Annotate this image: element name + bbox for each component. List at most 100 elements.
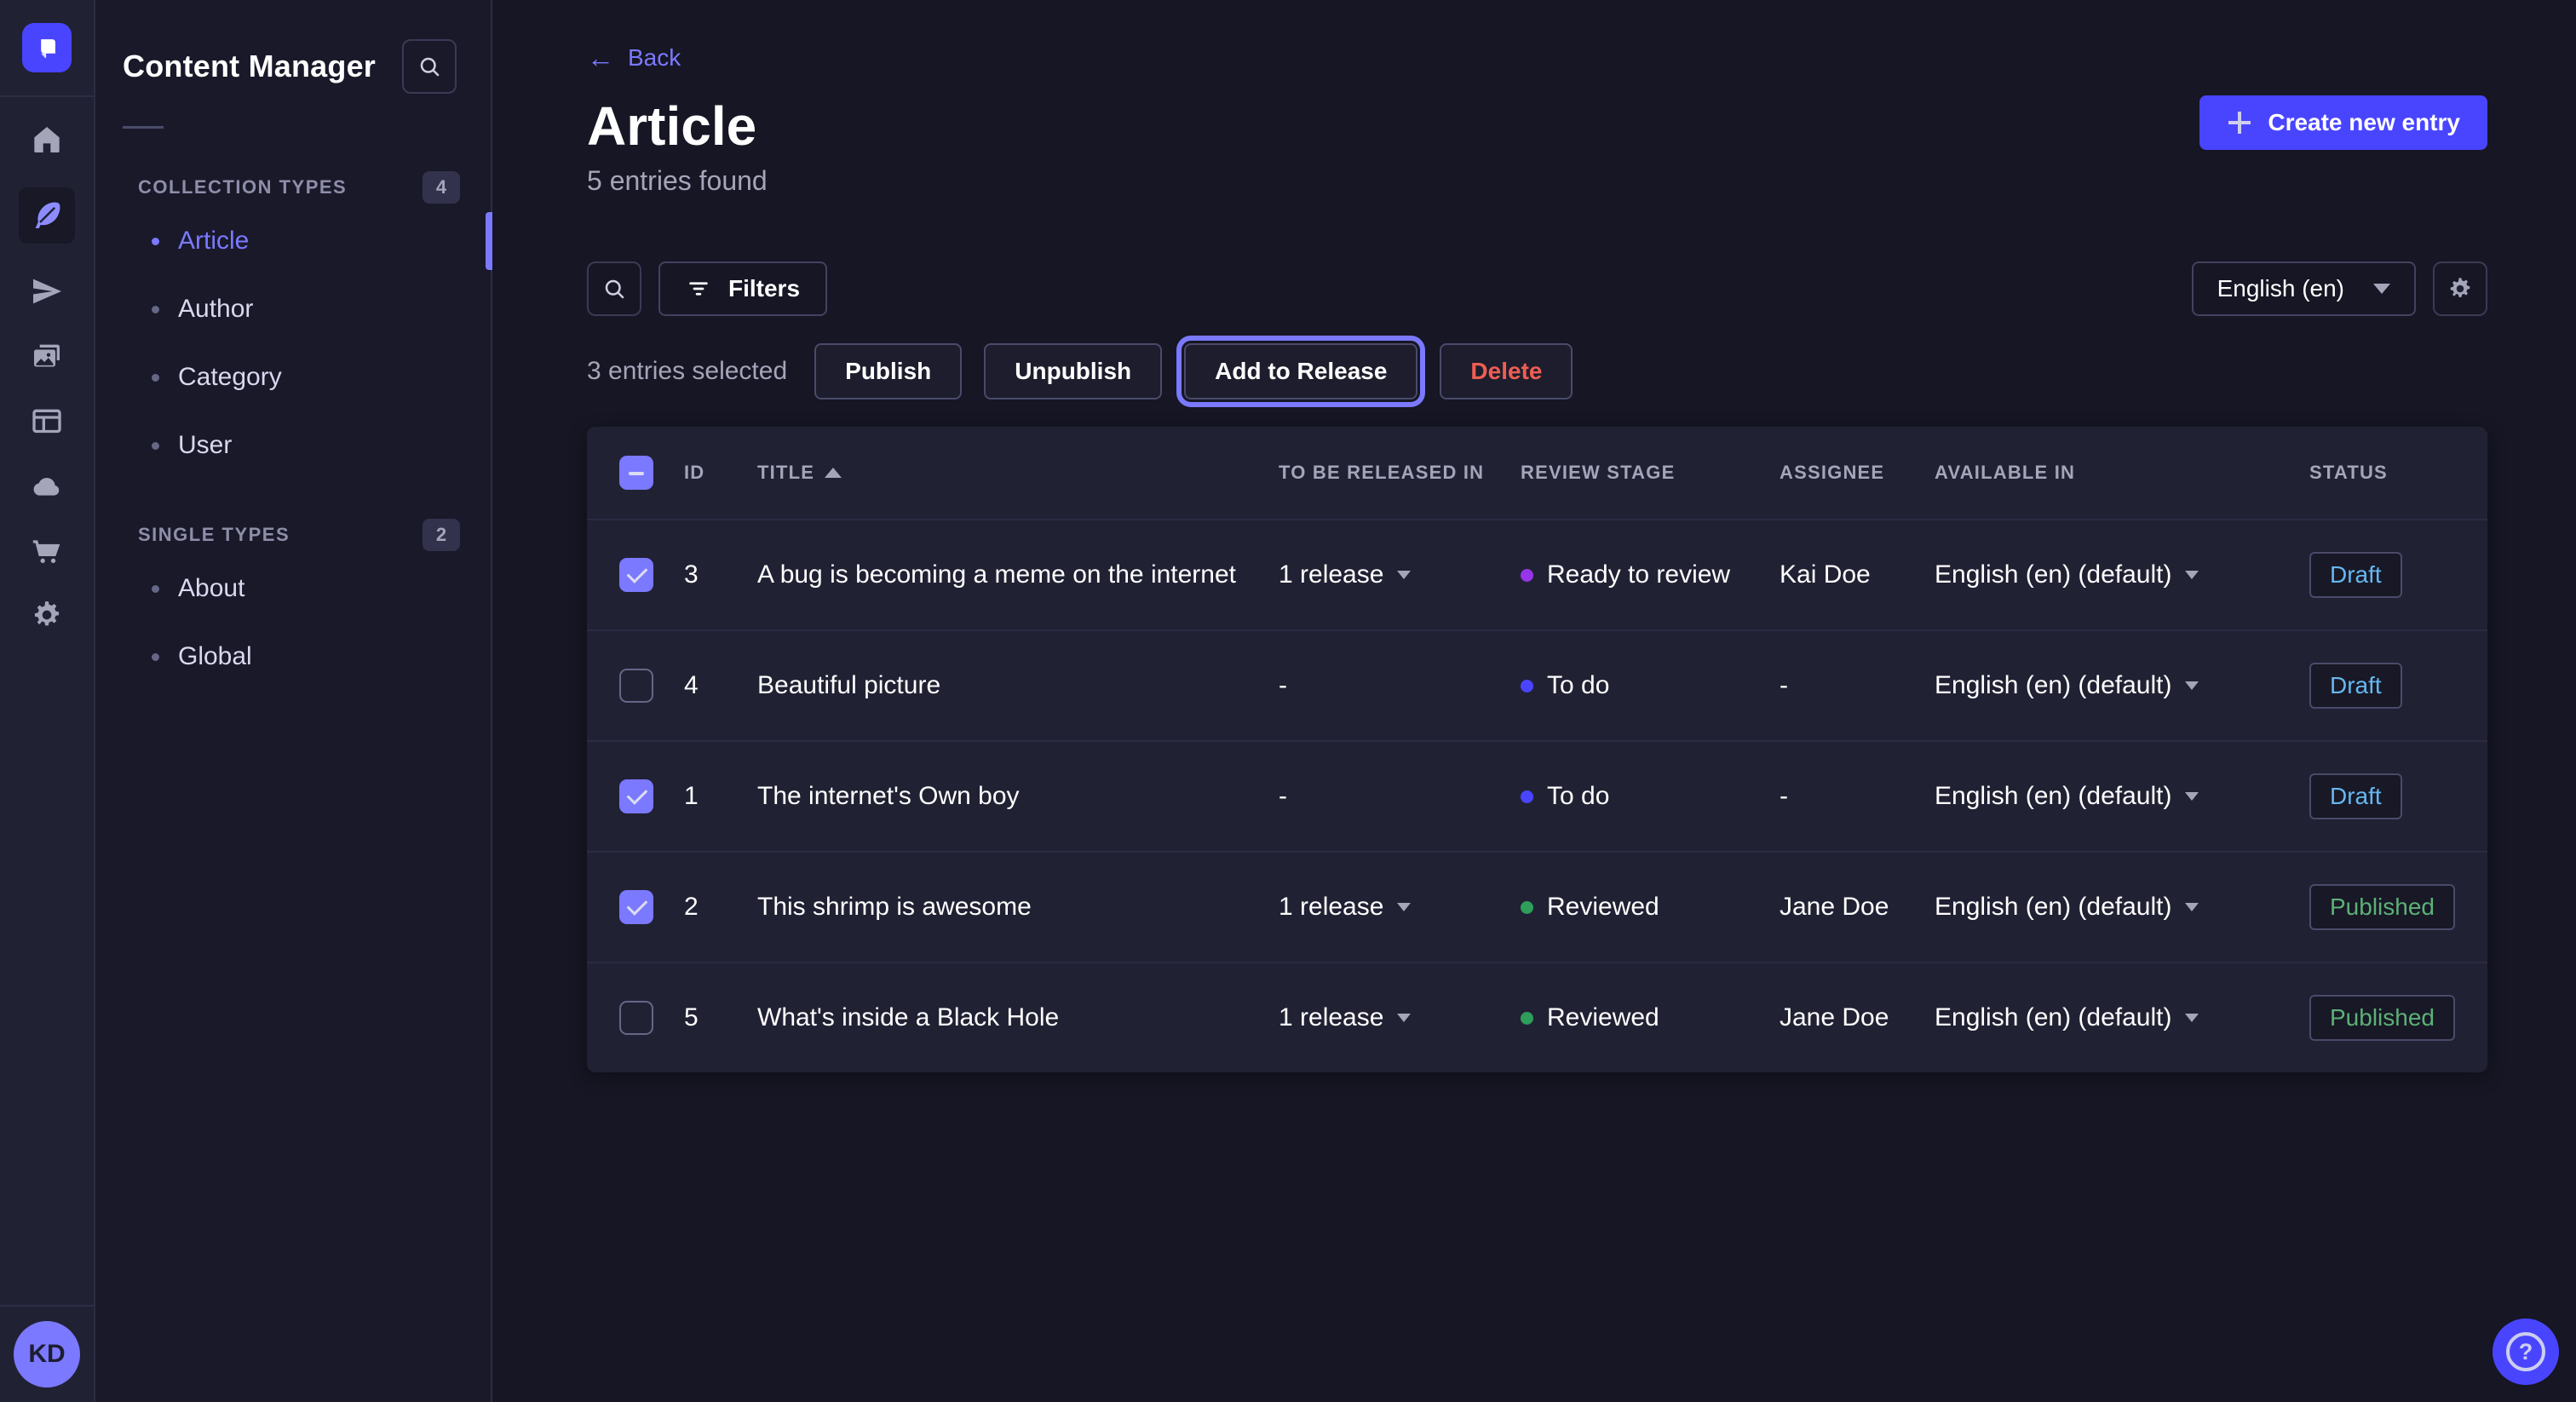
content-manager-icon[interactable] [19,187,75,244]
release-cell[interactable]: - [1279,671,1521,700]
header-checkbox-cell [619,456,684,490]
row-checkbox[interactable] [619,1001,653,1035]
release-cell[interactable]: - [1279,782,1521,811]
deploy-icon[interactable] [30,468,64,503]
add-to-release-button[interactable]: Add to Release [1184,343,1417,399]
stage-label: To do [1547,671,1609,700]
sidebar-item-category[interactable]: Category [95,347,491,408]
subnav-sections: COLLECTION TYPES4ArticleAuthorCategoryUs… [95,129,491,687]
locale-value: English (en) (default) [1935,560,2171,589]
column-label: ASSIGNEE [1780,462,1884,484]
locale-cell[interactable]: English (en) (default) [1935,671,2309,700]
search-button[interactable] [402,39,457,94]
table-row[interactable]: 2This shrimp is awesome1 release Reviewed… [587,851,2487,962]
chevron-down-icon [1397,1014,1411,1022]
table-row[interactable]: 1The internet's Own boy-To do-English (e… [587,740,2487,851]
release-value: 1 release [1279,1003,1383,1032]
release-cell[interactable]: 1 release [1279,1003,1521,1032]
column-label: AVAILABLE IN [1935,462,2075,484]
column-header-to-be-released-in[interactable]: TO BE RELEASED IN [1279,462,1521,484]
help-button[interactable]: ? [2493,1319,2559,1385]
section-count-badge: 2 [423,519,460,551]
release-value: 1 release [1279,893,1383,922]
sidebar-item-global[interactable]: Global [95,626,491,687]
table-row[interactable]: 3A bug is becoming a meme on the interne… [587,519,2487,629]
review-stage-cell: Reviewed [1521,1003,1780,1032]
release-value: - [1279,671,1287,700]
chevron-down-icon [2185,903,2199,911]
sidebar-item-author[interactable]: Author [95,279,491,340]
column-header-assignee[interactable]: ASSIGNEE [1780,462,1935,484]
review-stage-cell: Ready to review [1521,560,1780,589]
sidebar-item-label: Global [178,642,252,671]
sidebar-item-article[interactable]: Article [95,210,491,272]
section-label: COLLECTION TYPES [138,176,347,198]
home-icon[interactable] [30,123,64,157]
section-header: SINGLE TYPES2 [95,519,491,551]
locale-cell[interactable]: English (en) (default) [1935,782,2309,811]
release-cell[interactable]: 1 release [1279,560,1521,589]
strapi-logo[interactable] [22,23,72,72]
bullet-icon [152,442,159,450]
media-library-icon[interactable] [30,339,64,373]
stage-label: Ready to review [1547,560,1730,589]
settings-icon[interactable] [30,598,64,632]
back-label: Back [628,44,681,72]
sidebar-item-user[interactable]: User [95,415,491,476]
column-header-review-stage[interactable]: REVIEW STAGE [1521,462,1780,484]
locale-value: English (en) (default) [1935,782,2171,811]
row-checkbox[interactable] [619,558,653,592]
stage-dot-icon [1521,901,1533,914]
locale-cell[interactable]: English (en) (default) [1935,893,2309,922]
locale-cell[interactable]: English (en) (default) [1935,560,2309,589]
row-checkbox[interactable] [619,779,653,813]
subnav-section: COLLECTION TYPES4ArticleAuthorCategoryUs… [95,171,491,476]
row-checkbox-cell [619,890,684,924]
marketplace-icon[interactable] [30,533,64,567]
locale-value: English (en) (default) [1935,671,2171,700]
releases-icon[interactable] [30,274,64,308]
row-checkbox-cell [619,558,684,592]
table-row[interactable]: 5What's inside a Black Hole1 releaseRevi… [587,962,2487,1072]
assignee-cell: Jane Doe [1780,893,1935,922]
sidebar-item-about[interactable]: About [95,558,491,619]
page-title: Article [587,95,768,157]
assignee-cell: Jane Doe [1780,1003,1935,1032]
column-header-title[interactable]: TITLE [757,462,1279,484]
id-cell: 2 [684,893,757,922]
release-cell[interactable]: 1 release [1279,893,1521,922]
search-entries-button[interactable] [587,261,641,316]
locale-value: English (en) [2217,275,2344,302]
settings-button[interactable] [2433,261,2487,316]
filters-label: Filters [728,275,800,302]
publish-button[interactable]: Publish [814,343,962,399]
column-header-status[interactable]: STATUS [2309,462,2455,484]
sort-asc-icon [825,468,842,478]
content-type-builder-icon[interactable] [30,404,64,438]
filters-button[interactable]: Filters [658,261,827,316]
review-stage-cell: To do [1521,782,1780,811]
row-checkbox[interactable] [619,890,653,924]
column-header-id[interactable]: ID [684,462,757,484]
assignee-cell: Kai Doe [1780,560,1935,589]
main-nav: KD [0,0,95,1402]
active-indicator [486,212,492,270]
row-checkbox[interactable] [619,669,653,703]
stage-label: Reviewed [1547,893,1659,922]
locale-select[interactable]: English (en) [2192,261,2416,316]
create-entry-button[interactable]: Create new entry [2199,95,2487,150]
avatar[interactable]: KD [14,1321,80,1388]
select-all-checkbox[interactable] [619,456,653,490]
locale-cell[interactable]: English (en) (default) [1935,1003,2309,1032]
table-row[interactable]: 4Beautiful picture-To do-English (en) (d… [587,629,2487,740]
chevron-down-icon [2185,571,2199,579]
delete-button[interactable]: Delete [1440,343,1573,399]
title-cell: This shrimp is awesome [757,893,1279,922]
toolbar: Filters English (en) [587,261,2487,316]
stage-label: To do [1547,782,1609,811]
back-link[interactable]: ← Back [587,44,681,72]
logo-section [0,0,94,97]
column-header-available-in[interactable]: AVAILABLE IN [1935,462,2309,484]
chevron-down-icon [2185,792,2199,801]
unpublish-button[interactable]: Unpublish [984,343,1162,399]
